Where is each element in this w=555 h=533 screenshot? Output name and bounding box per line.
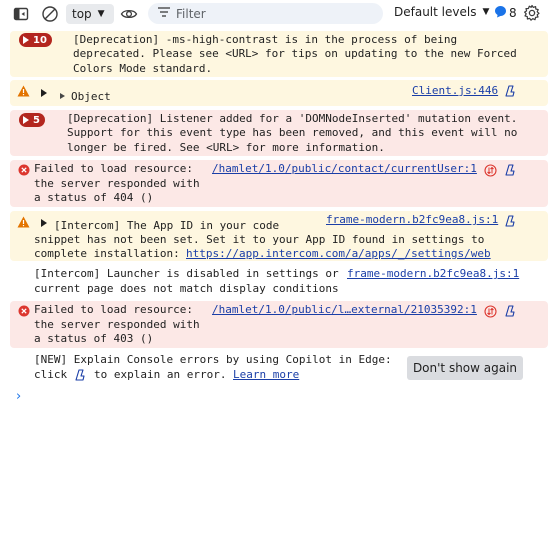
message-line: a status of 404 () — [34, 191, 154, 204]
intercom-settings-link[interactable]: https://app.intercom.com/a/apps/_/settin… — [186, 247, 491, 260]
chevron-down-icon: ▼ — [482, 7, 490, 17]
network-request-icon[interactable] — [484, 305, 497, 321]
message-line: Failed to load resource: — [34, 303, 193, 316]
repeat-count-badge: 10 — [19, 33, 52, 47]
copilot-promo-after: to explain an error. — [94, 368, 227, 381]
message-line: complete installation: — [34, 247, 187, 260]
error-icon — [18, 164, 30, 179]
warning-icon — [17, 85, 30, 100]
console-toolbar: top ▼ Default levels ▼ 8 — [0, 0, 555, 28]
message-line: [Deprecation] Listener added for a 'DOMN… — [67, 112, 518, 125]
message-line: [Intercom] Launcher is disabled in setti… — [34, 267, 339, 280]
issues-counter[interactable]: 8 — [494, 5, 517, 21]
message-line: the server responded with — [34, 318, 200, 331]
message-line: a status of 403 () — [34, 332, 154, 345]
message-line: deprecated. Please see <URL> for tips on… — [73, 47, 517, 60]
issues-icon — [494, 5, 507, 21]
issues-count: 8 — [509, 6, 517, 20]
sidebar-toggle-icon[interactable] — [13, 6, 29, 22]
copilot-explain-icon[interactable] — [504, 214, 518, 231]
copilot-explain-icon[interactable] — [504, 84, 518, 101]
message-line: snippet has not been set. Set it to your… — [34, 233, 485, 246]
eye-icon[interactable] — [120, 5, 138, 23]
message-line: [Intercom] The App ID in your code — [54, 219, 280, 232]
console-log-message[interactable]: [Intercom] Launcher is disabled in setti… — [10, 265, 548, 297]
console-warning-message[interactable]: Object Client.js:446 — [10, 80, 548, 106]
clear-console-icon[interactable] — [41, 5, 59, 23]
badge-count: 10 — [33, 34, 47, 46]
message-line: Support for this event type has been rem… — [67, 126, 518, 139]
filter-input[interactable] — [176, 6, 376, 21]
source-link[interactable]: Client.js:446 — [412, 84, 498, 97]
error-icon — [18, 305, 30, 320]
expand-object-icon[interactable] — [60, 93, 65, 99]
repeat-count-badge: 5 — [19, 113, 45, 127]
play-icon — [23, 36, 29, 44]
console-error-message[interactable]: 5 [Deprecation] Listener added for a 'DO… — [10, 110, 548, 156]
context-selector[interactable]: top ▼ — [66, 4, 114, 24]
console-prompt-chevron-icon[interactable]: › — [16, 389, 21, 404]
copilot-explain-icon[interactable] — [504, 304, 518, 321]
message-line: Colors Mode standard. — [73, 62, 213, 75]
console-error-message[interactable]: Failed to load resource: the server resp… — [10, 160, 548, 207]
message-line: [Deprecation] -ms-high-contrast is in th… — [73, 33, 458, 46]
learn-more-link[interactable]: Learn more — [233, 368, 299, 381]
copilot-explain-icon — [74, 368, 88, 385]
copilot-promo-line: [NEW] Explain Console errors by using Co… — [34, 353, 392, 366]
gear-icon[interactable] — [523, 4, 541, 25]
message-line: Failed to load resource: — [34, 162, 193, 175]
message-line: the server responded with — [34, 177, 200, 190]
object-label[interactable]: Object — [71, 90, 111, 105]
console-warning-message[interactable]: 10 [Deprecation] -ms-high-contrast is in… — [10, 31, 548, 77]
context-label: top — [72, 7, 92, 21]
console-warning-message[interactable]: [Intercom] The App ID in your code frame… — [10, 211, 548, 261]
badge-count: 5 — [33, 114, 40, 126]
network-request-icon[interactable] — [484, 164, 497, 180]
copilot-promo-click: click — [34, 368, 68, 381]
source-link[interactable]: /hamlet/1.0/public/contact/currentUser:1 — [212, 162, 477, 175]
source-link[interactable]: frame-modern.b2fc9ea8.js:1 — [326, 213, 498, 226]
source-link[interactable]: frame-modern.b2fc9ea8.js:1 — [347, 267, 519, 280]
warning-icon — [17, 216, 30, 231]
expand-triangle-icon[interactable] — [41, 219, 47, 227]
levels-label: Default levels — [394, 5, 477, 19]
play-icon — [23, 116, 29, 124]
source-link[interactable]: /hamlet/1.0/public/l…external/21035392:1 — [212, 303, 477, 316]
expand-triangle-icon[interactable] — [41, 89, 47, 97]
log-levels-dropdown[interactable]: Default levels ▼ — [394, 5, 489, 19]
copilot-explain-icon[interactable] — [504, 163, 518, 180]
filter-icon — [158, 7, 170, 20]
message-line: current page does not match display cond… — [34, 282, 339, 295]
message-line: longer be fired. See <URL> for more info… — [67, 141, 385, 154]
dont-show-again-button[interactable]: Don't show again — [407, 356, 523, 380]
filter-field[interactable] — [148, 3, 383, 24]
console-error-message[interactable]: Failed to load resource: the server resp… — [10, 301, 548, 348]
chevron-down-icon: ▼ — [97, 9, 105, 19]
